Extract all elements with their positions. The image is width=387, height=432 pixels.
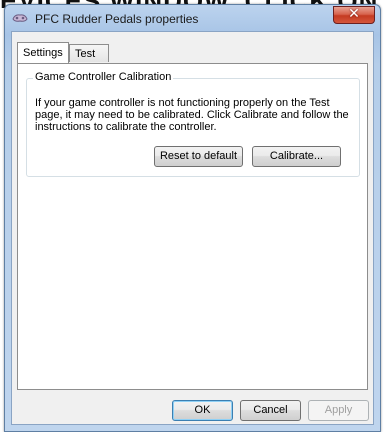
tab-test-label: Test — [75, 48, 96, 60]
close-button[interactable]: ✕ — [333, 6, 375, 24]
close-icon: ✕ — [348, 6, 360, 22]
cancel-button[interactable]: Cancel — [240, 400, 301, 421]
ok-button[interactable]: OK — [172, 400, 233, 421]
calibration-description: If your game controller is not functioni… — [35, 97, 349, 133]
calibrate-button[interactable]: Calibrate... — [252, 146, 341, 167]
properties-dialog: PFC Rudder Pedals properties ✕ Settings … — [4, 4, 381, 432]
title-bar[interactable]: PFC Rudder Pedals properties ✕ — [5, 5, 380, 31]
calibration-group-title: Game Controller Calibration — [33, 71, 174, 83]
tab-test[interactable]: Test — [69, 44, 109, 62]
tab-settings-label: Settings — [23, 47, 63, 59]
dialog-client-area: Settings Test Game Controller Calibratio… — [11, 31, 374, 425]
apply-button[interactable]: Apply — [308, 400, 369, 421]
reset-to-default-button[interactable]: Reset to default — [154, 146, 243, 167]
joystick-icon — [12, 12, 28, 24]
calibration-group: Game Controller Calibration If your game… — [26, 71, 360, 177]
tab-settings[interactable]: Settings — [17, 42, 69, 63]
window-title: PFC Rudder Pedals properties — [35, 12, 199, 26]
settings-panel: Game Controller Calibration If your game… — [17, 63, 368, 390]
